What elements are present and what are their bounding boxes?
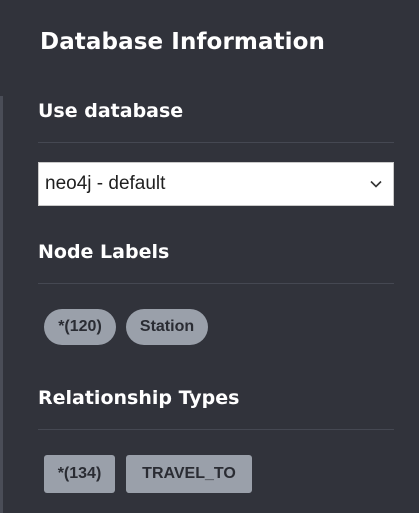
relationship-types-divider: [38, 429, 394, 430]
use-database-heading: Use database: [38, 100, 184, 122]
use-database-divider: [38, 142, 394, 143]
node-labels-divider: [38, 283, 394, 284]
relationship-type-all[interactable]: *(134): [44, 455, 115, 493]
panel-title: Database Information: [40, 29, 326, 55]
node-label-all[interactable]: *(120): [44, 309, 116, 345]
panel-left-border: [0, 96, 3, 513]
node-labels-heading: Node Labels: [38, 241, 170, 263]
database-select-value: neo4j - default: [45, 173, 166, 194]
relationship-type-travel-to[interactable]: TRAVEL_TO: [126, 455, 252, 493]
relationship-types-heading: Relationship Types: [38, 387, 240, 409]
database-information-panel: Database Information Use database neo4j …: [0, 0, 419, 513]
node-label-station[interactable]: Station: [126, 309, 208, 345]
chevron-down-icon: [370, 180, 382, 188]
database-select[interactable]: neo4j - default: [38, 162, 394, 206]
